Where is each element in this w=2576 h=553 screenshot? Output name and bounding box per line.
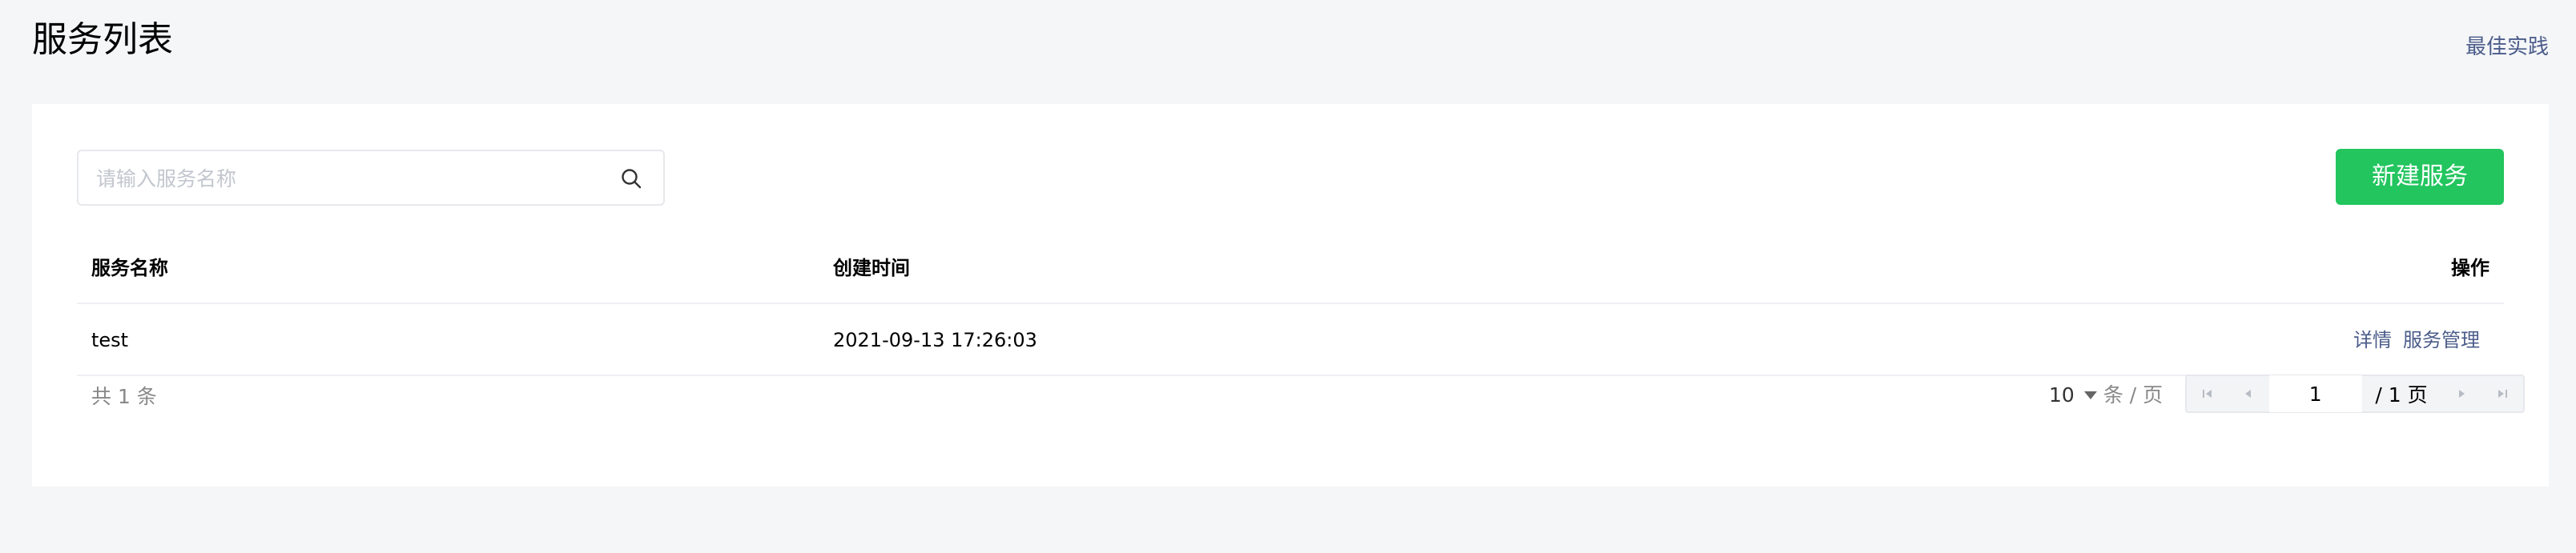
total-count: 共 1 条 <box>91 385 157 408</box>
first-page-icon <box>2202 390 2212 398</box>
service-manage-link[interactable]: 服务管理 <box>2403 329 2480 351</box>
page-size-select[interactable]: 10 条 / 页 <box>2049 379 2163 411</box>
last-page-button[interactable] <box>2482 376 2523 411</box>
pager: / 1 页 <box>2185 375 2525 413</box>
column-header-created: 创建时间 <box>833 257 910 279</box>
next-page-button[interactable] <box>2441 376 2481 411</box>
service-table: 服务名称 创建时间 操作 test 2021-09-13 17:26:03 详情… <box>77 232 2504 376</box>
next-page-icon <box>2459 390 2465 398</box>
page-number-input[interactable] <box>2268 375 2362 412</box>
page-size-value: 10 <box>2049 383 2075 407</box>
prev-page-button[interactable] <box>2228 376 2268 411</box>
page-title: 服务列表 <box>32 19 173 60</box>
search-box <box>77 150 665 206</box>
service-list-card: 新建服务 服务名称 创建时间 操作 test 2021-09-13 17:26:… <box>32 104 2549 487</box>
search-icon[interactable] <box>620 167 642 190</box>
best-practice-link[interactable]: 最佳实践 <box>2465 34 2549 61</box>
table-header: 服务名称 创建时间 操作 <box>77 232 2504 304</box>
cell-service-name: test <box>91 329 129 351</box>
column-header-name: 服务名称 <box>91 257 168 279</box>
column-header-ops: 操作 <box>2451 257 2489 279</box>
last-page-icon <box>2498 390 2508 398</box>
cell-created-time: 2021-09-13 17:26:03 <box>833 329 1037 351</box>
table-row: test 2021-09-13 17:26:03 详情 服务管理 <box>77 304 2504 376</box>
search-input[interactable] <box>95 151 610 206</box>
new-service-button[interactable]: 新建服务 <box>2336 149 2504 205</box>
detail-link[interactable]: 详情 <box>2353 329 2392 351</box>
caret-down-icon <box>2083 391 2097 399</box>
prev-page-icon <box>2244 390 2251 398</box>
per-page-label: 条 / 页 <box>2103 383 2163 407</box>
first-page-button[interactable] <box>2187 376 2228 411</box>
cell-ops: 详情 服务管理 <box>2342 304 2480 376</box>
total-pages: / 1 页 <box>2375 383 2428 407</box>
